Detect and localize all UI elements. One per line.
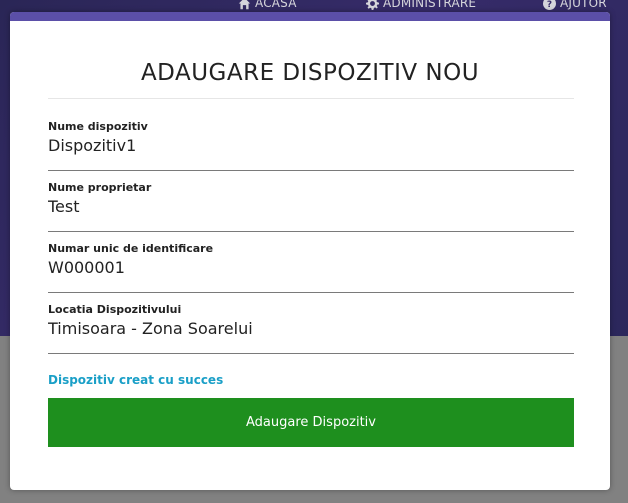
field-owner-name: Nume proprietar bbox=[48, 181, 574, 239]
add-device-button[interactable]: Adaugare Dispozitiv bbox=[48, 398, 574, 447]
owner-name-label: Nume proprietar bbox=[48, 181, 152, 194]
device-location-input[interactable] bbox=[48, 316, 574, 354]
add-device-modal: ADAUGARE DISPOZITIV NOU Nume dispozitiv … bbox=[10, 12, 610, 490]
modal-title: ADAUGARE DISPOZITIV NOU bbox=[140, 60, 480, 86]
field-unique-id: Numar unic de identificare bbox=[48, 242, 574, 300]
device-name-input[interactable] bbox=[48, 133, 574, 171]
field-device-name: Nume dispozitiv bbox=[48, 120, 574, 178]
unique-id-input[interactable] bbox=[48, 255, 574, 293]
device-name-label: Nume dispozitiv bbox=[48, 120, 148, 133]
title-divider bbox=[48, 98, 574, 99]
field-device-location: Locatia Dispozitivului bbox=[48, 303, 574, 361]
success-message: Dispozitiv creat cu succes bbox=[48, 373, 224, 387]
owner-name-input[interactable] bbox=[48, 194, 574, 232]
device-location-label: Locatia Dispozitivului bbox=[48, 303, 182, 316]
modal-accent-bar bbox=[10, 12, 610, 21]
unique-id-label: Numar unic de identificare bbox=[48, 242, 214, 255]
